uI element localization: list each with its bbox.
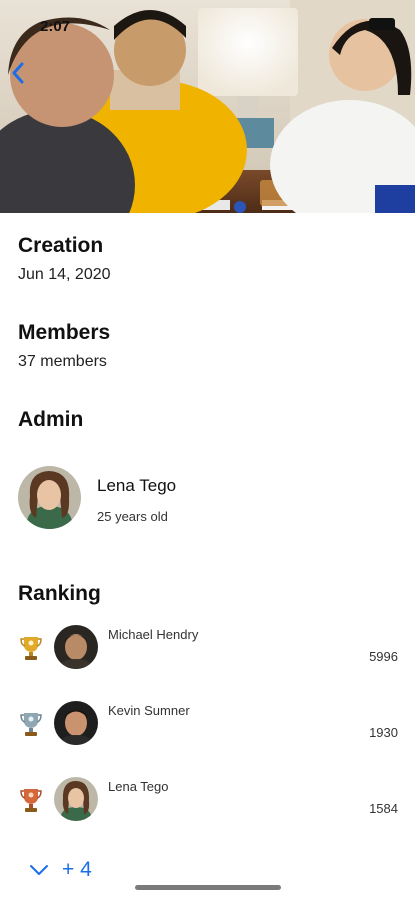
creation-date: Jun 14, 2020	[18, 266, 111, 283]
ranking-row-3[interactable]: Lena Tego 1584	[0, 777, 415, 847]
ranking-name: Lena Tego	[108, 779, 169, 794]
admin-name: Lena Tego	[97, 476, 177, 495]
gold-trophy-icon	[20, 637, 42, 660]
ranking-score: 1584	[369, 801, 398, 816]
battery-icon	[369, 18, 395, 30]
members-title: Members	[18, 321, 111, 344]
avatar	[18, 466, 81, 529]
silver-trophy-icon	[20, 713, 42, 736]
avatar	[54, 777, 98, 821]
avatar	[54, 701, 98, 745]
ranking-score: 1930	[369, 725, 398, 740]
ranking-row-1[interactable]: Michael Hendry 5996	[0, 625, 415, 695]
admin-age: 25 years old	[97, 509, 168, 524]
status-bar-time: 2:07	[40, 18, 71, 35]
admin-row[interactable]: Lena Tego 25 years old	[18, 466, 398, 530]
chevron-left-icon	[12, 62, 24, 84]
admin-title: Admin	[18, 408, 84, 431]
ranking-score: 5996	[369, 649, 398, 664]
ranking-name: Kevin Sumner	[108, 703, 190, 718]
members-count: 37 members	[18, 353, 107, 370]
show-more-button[interactable]: + 4	[28, 856, 92, 884]
show-more-label: + 4	[62, 858, 92, 881]
avatar	[54, 625, 98, 669]
back-button[interactable]	[6, 60, 32, 86]
bronze-trophy-icon	[20, 789, 42, 812]
ranking-row-2[interactable]: Kevin Sumner 1930	[0, 701, 415, 771]
home-indicator	[135, 885, 281, 890]
creation-title: Creation	[18, 234, 104, 257]
ranking-name: Michael Hendry	[108, 627, 199, 642]
ranking-title: Ranking	[18, 582, 101, 605]
chevron-down-icon	[30, 865, 48, 875]
